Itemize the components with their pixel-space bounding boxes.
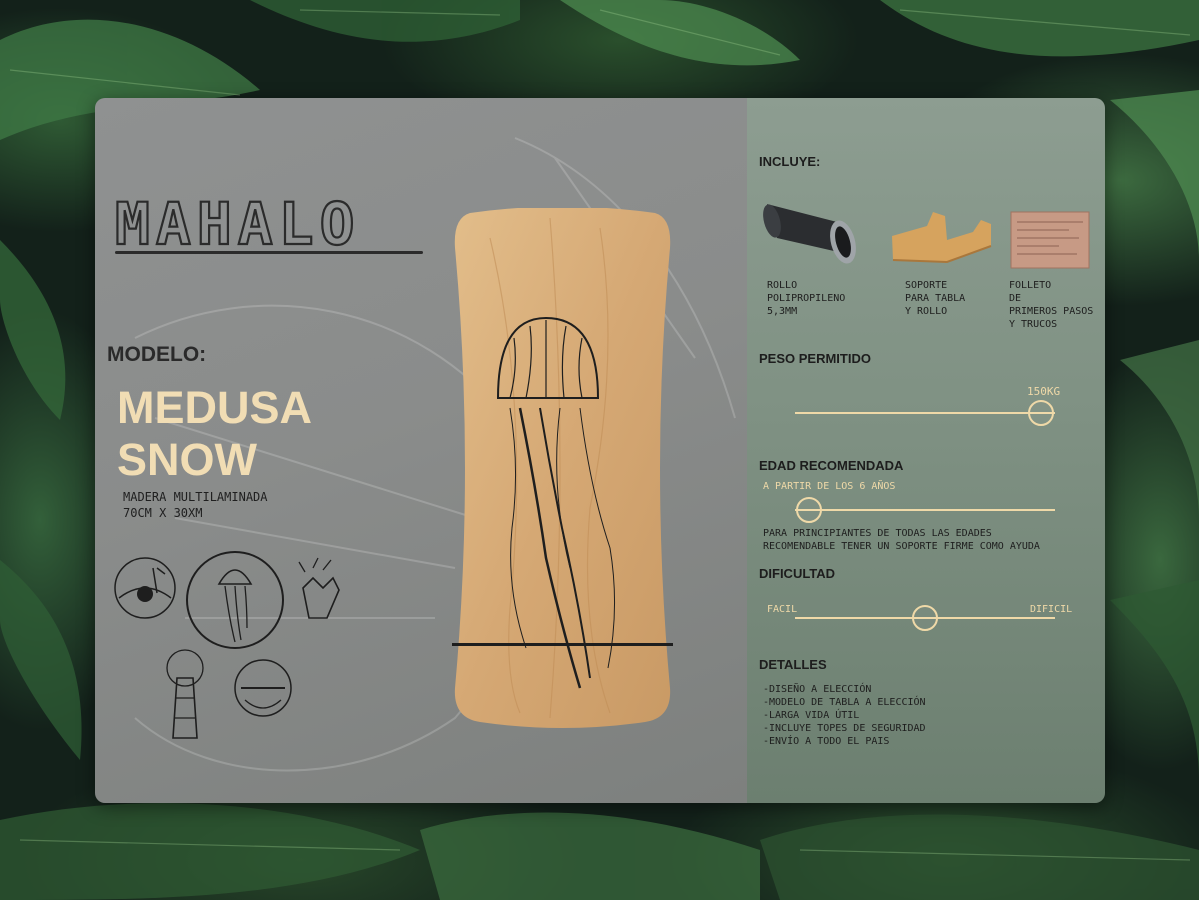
model-label: MODELO:	[107, 343, 207, 366]
model-name: MEDUSA SNOW	[117, 382, 312, 486]
details-item: -ENVÍO A TODO EL PAIS	[763, 736, 890, 747]
weight-value-label: 150KG	[1027, 385, 1061, 398]
brand-logo: MAHALO	[114, 189, 361, 259]
model-name-line1: MEDUSA	[117, 382, 313, 433]
includes-title: INCLUYE:	[759, 154, 821, 169]
age-slider-knob	[796, 497, 822, 523]
design-option-shaka-hand-icon[interactable]	[298, 557, 340, 619]
board-stand-icon	[892, 212, 992, 264]
details-list: -DISEÑO A ELECCIÓN -MODELO DE TABLA A EL…	[763, 683, 926, 748]
difficulty-min-label: FACIL	[767, 604, 798, 615]
weight-slider-knob	[1028, 400, 1054, 426]
model-name-line2: SNOW	[117, 434, 257, 485]
details-item: -MODELO DE TABLA A ELECCIÓN	[763, 697, 926, 708]
booklet-icon	[1010, 211, 1090, 269]
include-item-booklet: FOLLETO DE PRIMEROS PASOS Y TRUCOS	[1009, 280, 1094, 330]
details-title: DETALLES	[759, 657, 827, 672]
age-value-label: A PARTIR DE LOS 6 AÑOS	[763, 481, 896, 492]
weight-slider-track	[795, 412, 1055, 414]
age-slider-track	[795, 509, 1055, 511]
details-item: -LARGA VIDA ÚTIL	[763, 710, 860, 721]
difficulty-slider-knob	[912, 605, 938, 631]
balance-board-image	[452, 208, 673, 728]
spec-material: MADERA MULTILAMINADA	[123, 490, 268, 504]
design-option-jellyfish-icon[interactable]	[186, 551, 284, 649]
design-option-sunset-icon[interactable]	[114, 557, 176, 619]
logo-underline	[115, 251, 423, 254]
age-title: EDAD RECOMENDADA	[759, 458, 904, 473]
include-item-roll: ROLLO POLIPROPILENO 5,3MM	[767, 280, 846, 317]
product-info-panel: INCLUYE: ROLLO POLIPROPILENO 5,3MM SOPOR…	[747, 98, 1105, 803]
difficulty-max-label: DIFICIL	[1030, 604, 1073, 615]
weight-title: PESO PERMITIDO	[759, 351, 871, 366]
spec-size: 70CM X 30XM	[123, 506, 203, 520]
include-item-stand: SOPORTE PARA TABLA Y ROLLO	[905, 280, 966, 317]
age-note: PARA PRINCIPIANTES DE TODAS LAS EDADES R…	[763, 528, 1040, 552]
difficulty-title: DIFICULTAD	[759, 566, 836, 581]
design-options	[114, 551, 340, 739]
design-option-mahalo-logo-icon[interactable]	[234, 659, 292, 717]
roll-icon	[763, 204, 856, 264]
details-item: -INCLUYE TOPES DE SEGURIDAD	[763, 723, 926, 734]
product-card: MAHALO MODELO: MEDUSA SNOW MADERA MULTIL…	[95, 98, 1105, 803]
details-item: -DISEÑO A ELECCIÓN	[763, 684, 872, 695]
product-visual-panel: MAHALO MODELO: MEDUSA SNOW MADERA MULTIL…	[95, 98, 747, 803]
design-option-lighthouse-icon[interactable]	[166, 649, 204, 739]
